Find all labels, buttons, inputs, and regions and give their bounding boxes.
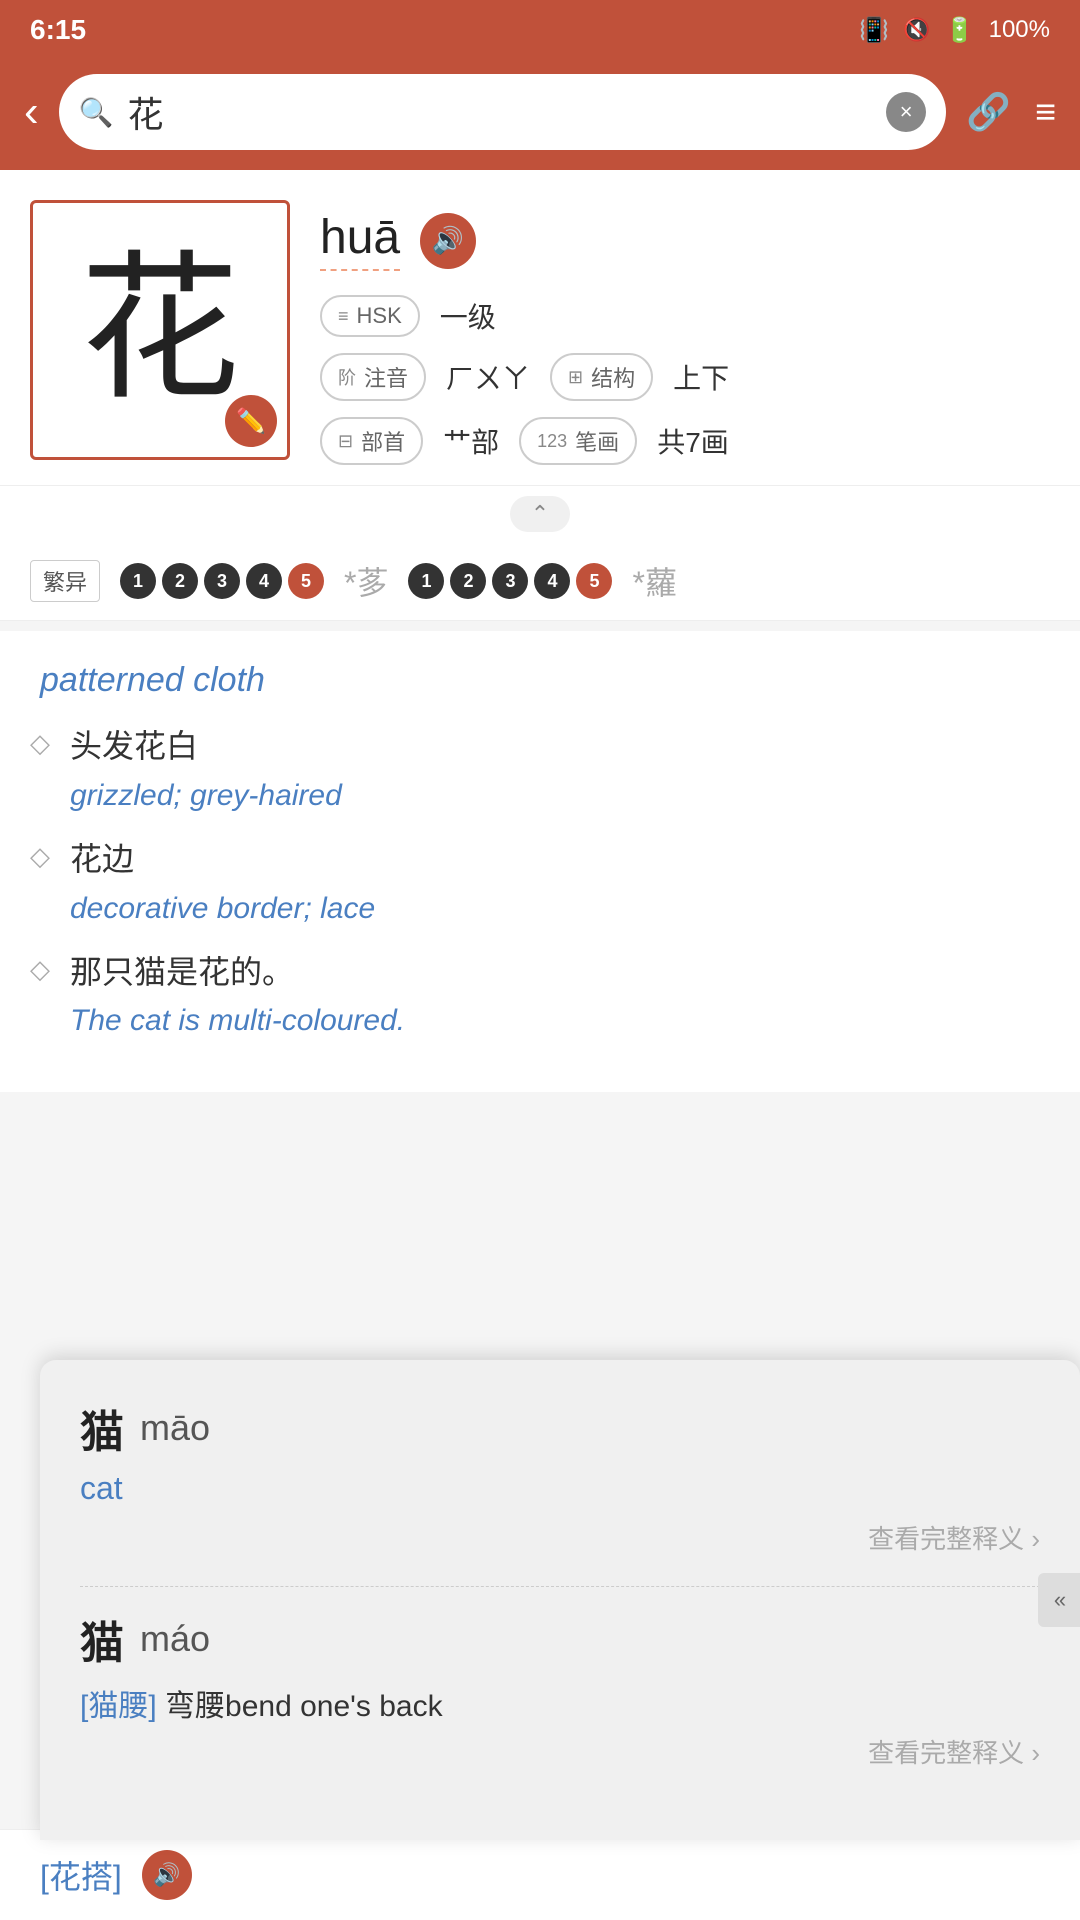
search-box: 🔍 花 × (59, 74, 947, 150)
pronunciation-row: 阶 注音 ㄏㄨㄚ ⊞ 结构 上下 (320, 353, 1050, 401)
radical-value: 艹部 (443, 421, 499, 461)
tone-circles-1: 1 2 3 4 5 (120, 563, 324, 599)
tone-4[interactable]: 4 (246, 563, 282, 599)
strokes-value: 共7画 (657, 421, 729, 461)
pinyin-text: huā (320, 210, 400, 271)
battery-icon: 🔋 (945, 16, 975, 45)
top-bar: ‹ 🔍 花 × 🔗 ≡ (0, 60, 1080, 170)
search-input[interactable]: 花 (128, 86, 873, 138)
pronunciation-tag: 阶 注音 (320, 353, 426, 401)
example-row-3: ◇ 那只猫是花的。 (30, 950, 1050, 995)
battery-percent: 100% (989, 16, 1050, 44)
definitions-section: patterned cloth ◇ 头发花白 grizzled; grey-ha… (0, 631, 1080, 1092)
character-section: 花 ✏️ huā 🔊 ≡ HSK 一级 阶 注音 (0, 170, 1080, 485)
popup-entry-2: 猫 máo [猫腰] 弯腰bend one's back 查看完整释义 › (80, 1607, 1040, 1770)
tone-circles-2: 1 2 3 4 5 (408, 563, 612, 599)
menu-button[interactable]: ≡ (1035, 91, 1056, 133)
character-card: 花 ✏️ (30, 200, 290, 460)
tone-b-4[interactable]: 4 (534, 563, 570, 599)
popup-divider (80, 1586, 1040, 1587)
top-bar-actions: 🔗 ≡ (966, 91, 1056, 133)
vibrate-icon: 📳 (859, 16, 889, 45)
bottom-float: [花搭] 🔊 (0, 1829, 1080, 1920)
pinyin-row: huā 🔊 (320, 210, 1050, 271)
example-english-3: The cat is multi-coloured. (30, 1004, 1050, 1038)
def-english-1: patterned cloth (30, 661, 1050, 700)
back-button[interactable]: ‹ (24, 90, 39, 134)
audio-button[interactable]: 🔊 (420, 213, 476, 269)
status-bar: 6:15 📳 🔇 🔋 100% (0, 0, 1080, 60)
popup-heading-2: 猫 máo (80, 1607, 1040, 1671)
definition-item-1: patterned cloth (30, 661, 1050, 700)
variant-char-luo: *蘿 (632, 558, 676, 604)
popup-heading-1: 猫 māo (80, 1396, 1040, 1460)
pronunciation-value: ㄏㄨㄚ (446, 357, 530, 397)
definition-item-3: ◇ 花边 decorative border; lace (30, 837, 1050, 926)
example-english-1: grizzled; grey-haired (30, 779, 1050, 813)
tone-b-3[interactable]: 3 (492, 563, 528, 599)
radical-tag: ⊟ 部首 (320, 417, 423, 465)
pronunciation-icon: 阶 (338, 364, 356, 390)
popup-pinyin-2: máo (140, 1618, 210, 1660)
popup-entry-1: 猫 māo cat 查看完整释义 › (80, 1396, 1040, 1556)
status-icons: 📳 🔇 🔋 100% (859, 16, 1050, 45)
popup-def-1: cat (80, 1470, 1040, 1507)
popup-char-1: 猫 (80, 1396, 124, 1460)
hsk-level: 一级 (440, 296, 496, 336)
tone-b-1[interactable]: 1 (408, 563, 444, 599)
status-time: 6:15 (30, 14, 86, 46)
popup-link-1[interactable]: 查看完整释义 › (80, 1519, 1040, 1556)
diamond-icon-2: ◇ (30, 841, 50, 872)
character-display: 花 (80, 250, 240, 410)
popup-link-2[interactable]: 查看完整释义 › (80, 1733, 1040, 1770)
variant-char-cang: *茤 (344, 558, 388, 604)
collapse-bar: ⌃ (0, 485, 1080, 542)
structure-value: 上下 (673, 357, 729, 397)
structure-tag: ⊞ 结构 (550, 353, 653, 401)
structure-icon: ⊞ (568, 367, 583, 388)
definition-item-2: ◇ 头发花白 grizzled; grey-haired (30, 724, 1050, 813)
tone-b-2[interactable]: 2 (450, 563, 486, 599)
strokes-icon: 123 (537, 431, 567, 452)
example-row-1: ◇ 头发花白 (30, 724, 1050, 769)
variant-label: 繁异 (30, 560, 100, 602)
search-clear-button[interactable]: × (886, 92, 926, 132)
popup-close-button[interactable]: « (1038, 1573, 1080, 1627)
definition-item-4: ◇ 那只猫是花的。 The cat is multi-coloured. (30, 950, 1050, 1039)
strokes-tag: 123 笔画 (519, 417, 637, 465)
edit-button[interactable]: ✏️ (225, 395, 277, 447)
radical-icon: ⊟ (338, 431, 353, 452)
search-icon: 🔍 (79, 96, 114, 129)
radical-row: ⊟ 部首 艹部 123 笔画 共7画 (320, 417, 1050, 465)
diamond-icon-3: ◇ (30, 954, 50, 985)
popup-example-2: [猫腰] 弯腰bend one's back (80, 1681, 1040, 1725)
example-row-2: ◇ 花边 (30, 837, 1050, 882)
example-chinese-1: 头发花白 (70, 724, 198, 769)
popup-rest-2: 弯腰bend one's back (165, 1690, 443, 1723)
tone-2[interactable]: 2 (162, 563, 198, 599)
hsk-tag: ≡ HSK (320, 295, 420, 337)
example-chinese-2: 花边 (70, 837, 134, 882)
collapse-button[interactable]: ⌃ (510, 496, 570, 532)
tone-5[interactable]: 5 (288, 563, 324, 599)
tone-3[interactable]: 3 (204, 563, 240, 599)
popup-pinyin-1: māo (140, 1407, 210, 1449)
tone-b-5[interactable]: 5 (576, 563, 612, 599)
tone-1[interactable]: 1 (120, 563, 156, 599)
popup-char-2: 猫 (80, 1607, 124, 1671)
character-info: huā 🔊 ≡ HSK 一级 阶 注音 ㄏㄨㄚ (320, 200, 1050, 465)
link-button[interactable]: 🔗 (966, 91, 1011, 133)
bottom-float-text: [花搭] (40, 1852, 122, 1898)
variant-row: 繁异 1 2 3 4 5 *茤 1 2 3 4 5 *蘿 (0, 542, 1080, 621)
info-tags: ≡ HSK 一级 阶 注音 ㄏㄨㄚ ⊞ 结构 上下 (320, 295, 1050, 465)
popup-bracket-2: [猫腰] (80, 1690, 157, 1723)
bottom-audio-button[interactable]: 🔊 (142, 1850, 192, 1900)
example-english-2: decorative border; lace (30, 892, 1050, 926)
diamond-icon-1: ◇ (30, 728, 50, 759)
hsk-icon: ≡ (338, 306, 349, 327)
example-chinese-3: 那只猫是花的。 (70, 950, 294, 995)
hsk-row: ≡ HSK 一级 (320, 295, 1050, 337)
wifi-icon: 🔇 (903, 17, 930, 43)
popup-card: « 猫 māo cat 查看完整释义 › 猫 máo [猫腰] 弯腰bend o… (40, 1360, 1080, 1840)
